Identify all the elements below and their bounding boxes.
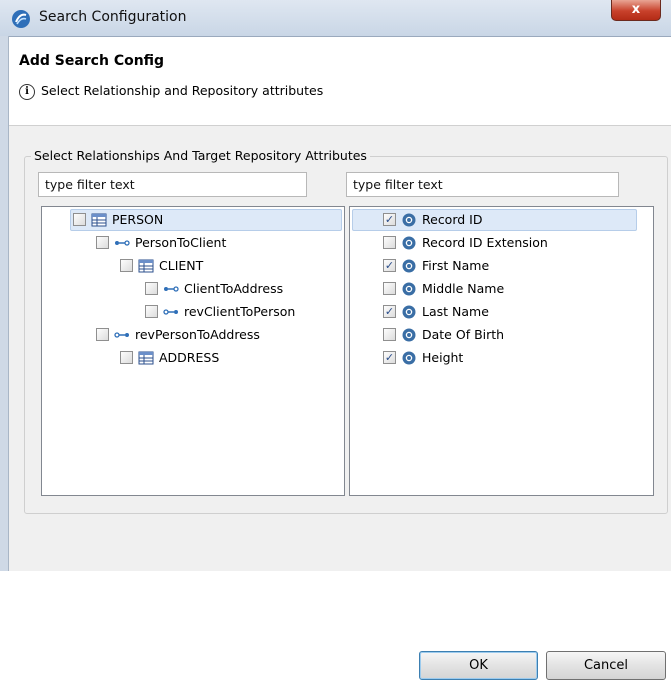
item-label: PERSON — [112, 212, 164, 227]
checkbox[interactable] — [120, 351, 133, 364]
item-label: Date Of Birth — [422, 327, 505, 342]
checkbox[interactable] — [145, 282, 158, 295]
table-icon — [91, 212, 107, 228]
tree-item[interactable]: ClientToAddress — [42, 278, 344, 300]
tree-item[interactable]: revPersonToAddress — [42, 324, 344, 346]
checkbox[interactable] — [383, 282, 396, 295]
tree-item[interactable]: CLIENT — [42, 255, 344, 277]
item-label: Last Name — [422, 304, 489, 319]
page-title: Add Search Config — [19, 53, 165, 69]
item-label: Record ID — [422, 212, 483, 227]
right-filter-input[interactable] — [346, 172, 619, 197]
close-icon: x — [631, 2, 641, 17]
ok-button[interactable]: OK — [419, 651, 538, 680]
attribute-icon — [401, 304, 417, 320]
attribute-icon — [401, 212, 417, 228]
header-message: Select Relationship and Repository attri… — [41, 83, 324, 98]
close-button[interactable]: x — [611, 0, 661, 21]
swirl-logo-icon — [12, 10, 30, 28]
tree-item[interactable]: PersonToClient — [42, 232, 344, 254]
checkbox[interactable] — [96, 236, 109, 249]
attribute-icon — [401, 327, 417, 343]
title-bar: Search Configuration x — [0, 0, 671, 37]
left-filter-input[interactable] — [38, 172, 307, 197]
list-item[interactable]: Middle Name — [350, 278, 653, 300]
list-item[interactable]: Record ID Extension — [350, 232, 653, 254]
table-icon — [138, 258, 154, 274]
list-item[interactable]: ✓ Height — [350, 347, 653, 369]
attribute-icon — [401, 281, 417, 297]
list-item[interactable]: ✓ First Name — [350, 255, 653, 277]
dialog-header: Add Search Config i Select Relationship … — [9, 37, 671, 126]
checkbox-checked[interactable]: ✓ — [383, 351, 396, 364]
cancel-button[interactable]: Cancel — [546, 651, 666, 680]
item-label: PersonToClient — [135, 235, 227, 250]
tree-item[interactable]: revClientToPerson — [42, 301, 344, 323]
list-item[interactable]: ✓ Record ID — [350, 209, 653, 231]
list-item[interactable]: ✓ Last Name — [350, 301, 653, 323]
item-label: revClientToPerson — [184, 304, 296, 319]
dialog-body: Select Relationships And Target Reposito… — [9, 126, 671, 680]
reverse-relationship-icon — [114, 327, 130, 343]
item-label: ClientToAddress — [184, 281, 284, 296]
item-label: ADDRESS — [159, 350, 220, 365]
tree-item[interactable]: ADDRESS — [42, 347, 344, 369]
checkbox[interactable] — [73, 213, 86, 226]
checkbox-checked[interactable]: ✓ — [383, 305, 396, 318]
checkbox-checked[interactable]: ✓ — [383, 213, 396, 226]
forward-relationship-icon — [114, 235, 130, 251]
item-label: Record ID Extension — [422, 235, 548, 250]
attribute-icon — [401, 258, 417, 274]
table-icon — [138, 350, 154, 366]
checkbox-checked[interactable]: ✓ — [383, 259, 396, 272]
window-frame — [0, 36, 9, 571]
attributes-list[interactable]: ✓ Record ID Record ID Extension ✓ First Name… — [349, 206, 654, 496]
attribute-icon — [401, 235, 417, 251]
checkbox[interactable] — [145, 305, 158, 318]
item-label: Height — [422, 350, 464, 365]
reverse-relationship-icon — [163, 304, 179, 320]
tree-item[interactable]: PERSON — [42, 209, 344, 231]
relationships-tree[interactable]: PERSON PersonToClient CLIENT ClientToAddres… — [41, 206, 345, 496]
checkbox[interactable] — [96, 328, 109, 341]
item-label: First Name — [422, 258, 490, 273]
attribute-icon — [401, 350, 417, 366]
checkbox[interactable] — [120, 259, 133, 272]
info-icon: i — [19, 84, 35, 100]
forward-relationship-icon — [163, 281, 179, 297]
item-label: Middle Name — [422, 281, 505, 296]
list-item[interactable]: Date Of Birth — [350, 324, 653, 346]
window-title: Search Configuration — [39, 9, 187, 25]
group-label: Select Relationships And Target Reposito… — [31, 148, 370, 163]
item-label: CLIENT — [159, 258, 204, 273]
checkbox[interactable] — [383, 328, 396, 341]
item-label: revPersonToAddress — [135, 327, 260, 342]
checkbox[interactable] — [383, 236, 396, 249]
